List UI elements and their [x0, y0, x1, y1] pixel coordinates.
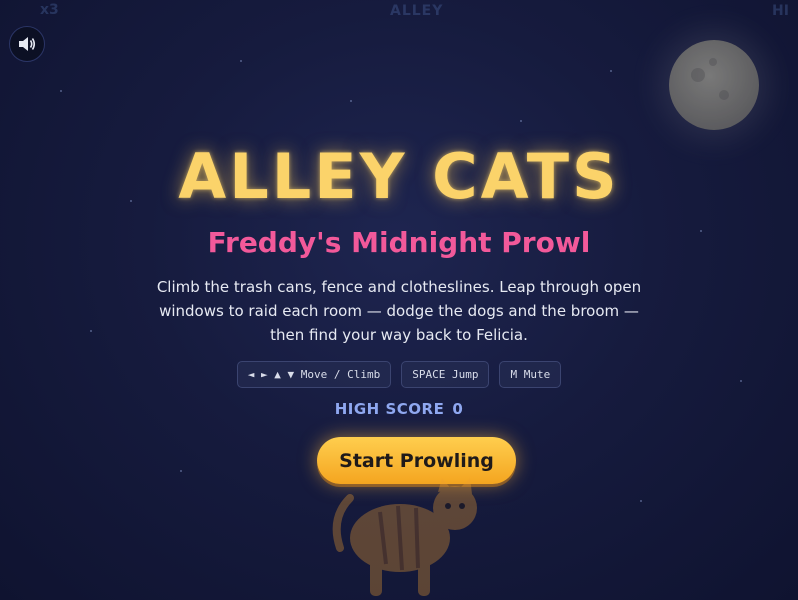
hud-high-label: HI [772, 3, 789, 19]
star [90, 330, 92, 332]
star [610, 70, 612, 72]
control-move-climb: ◄ ► ▲ ▼ Move / Climb [236, 361, 392, 388]
hud-background: x3 ALLEY HI [0, 0, 798, 24]
control-mute: M Mute [499, 361, 562, 388]
sound-toggle-button[interactable] [9, 26, 45, 62]
star [350, 100, 352, 102]
high-score: HIGH SCORE 0 [0, 400, 798, 418]
star [240, 60, 242, 62]
star [640, 500, 642, 502]
high-score-value: 0 [452, 400, 464, 418]
moon-crater [709, 58, 717, 66]
start-button[interactable]: Start Prowling [317, 437, 516, 484]
moon [669, 40, 759, 130]
cat-silhouette [332, 478, 477, 596]
moon-crater [691, 68, 705, 82]
high-score-label: HIGH SCORE [334, 400, 445, 418]
speaker-icon [19, 37, 36, 51]
star [180, 470, 182, 472]
control-jump: SPACE Jump [401, 361, 490, 388]
lives-readout: x3 [40, 2, 59, 18]
controls-legend: ◄ ► ▲ ▼ Move / Climb SPACE Jump M Mute [0, 361, 798, 388]
game-title: ALLEY CATS [178, 140, 620, 213]
game-description: Climb the trash cans, fence and clothesl… [156, 278, 642, 344]
game-subtitle: Freddy's Midnight Prowl [207, 226, 591, 259]
moon-crater [719, 90, 729, 100]
star [60, 90, 62, 92]
hud-title: ALLEY [390, 3, 444, 19]
star [520, 120, 522, 122]
